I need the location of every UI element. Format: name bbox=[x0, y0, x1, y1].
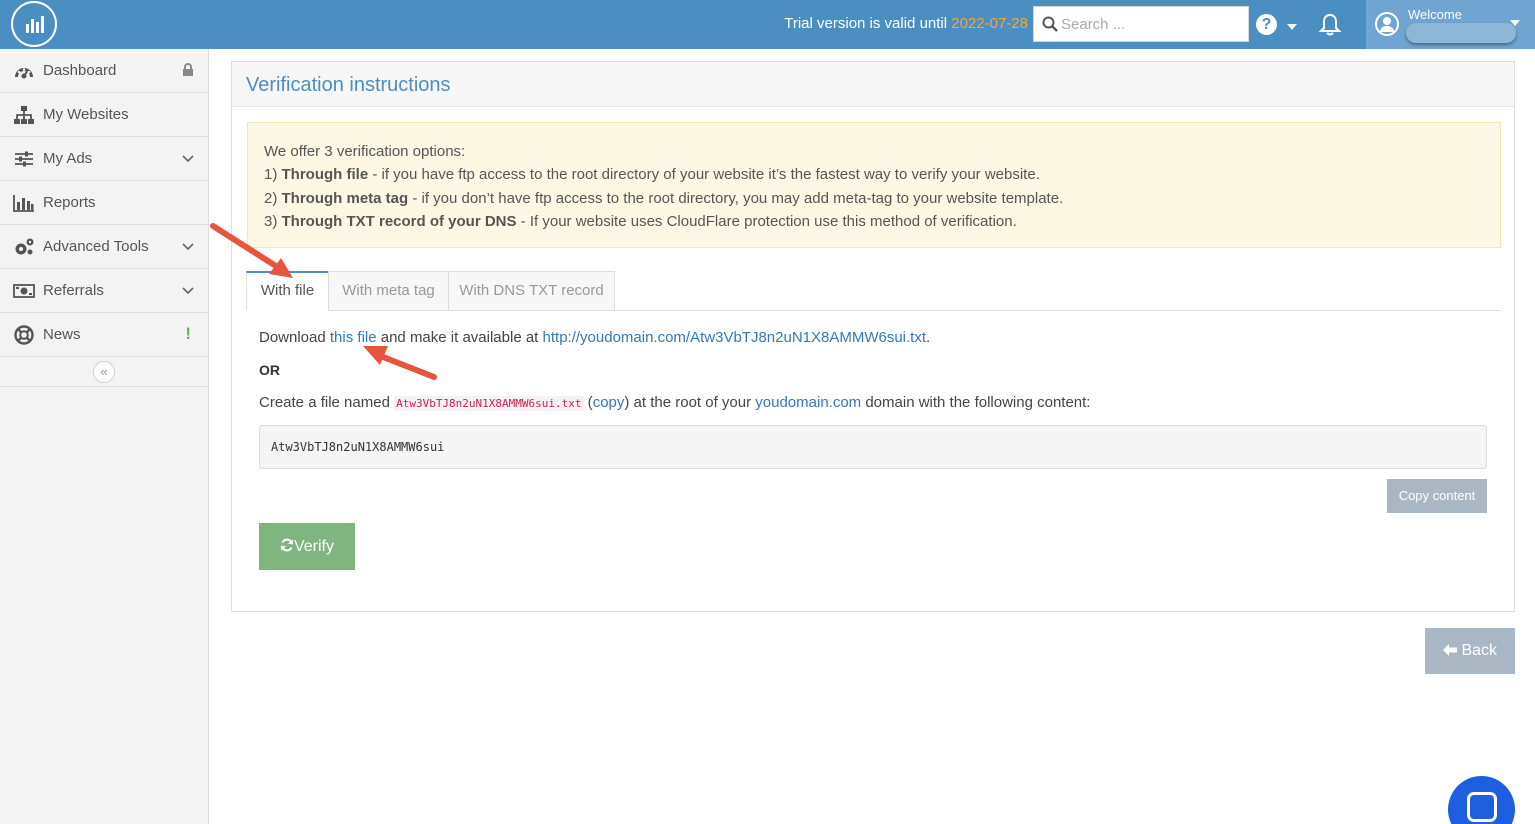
help-icon[interactable]: ? bbox=[1256, 14, 1277, 35]
annotation-arrow-icon bbox=[363, 346, 437, 380]
lock-icon bbox=[183, 63, 193, 76]
option-text: - If your website uses CloudFlare protec… bbox=[516, 212, 1017, 230]
chevron-down-icon bbox=[182, 243, 194, 251]
notice-option-3: 3) Through TXT record of your DNS - If y… bbox=[264, 210, 1484, 233]
copy-close: ) at the root of your bbox=[624, 394, 756, 411]
arrow-left-icon bbox=[1442, 644, 1457, 656]
user-dropdown-caret-icon[interactable] bbox=[1510, 20, 1520, 26]
tab-with-meta-tag[interactable]: With meta tag bbox=[328, 271, 449, 311]
sidebar-item-label: Advanced Tools bbox=[43, 238, 149, 255]
create-prefix: Create a file named bbox=[259, 394, 395, 411]
sidebar-item-dashboard[interactable]: Dashboard bbox=[0, 49, 208, 93]
option-number: 1) bbox=[264, 166, 278, 184]
notice-option-2: 2) Through meta tag - if you don’t have … bbox=[264, 187, 1484, 210]
back-button[interactable]: Back bbox=[1425, 628, 1515, 674]
chevron-down-icon bbox=[182, 287, 194, 295]
verify-label: Verify bbox=[293, 538, 334, 555]
search-input[interactable] bbox=[1061, 13, 1241, 35]
trial-date: 2022-07-28 bbox=[951, 15, 1028, 32]
app-logo-icon[interactable] bbox=[11, 1, 57, 47]
sidebar-collapse-row: « bbox=[0, 357, 208, 387]
sitemap-icon bbox=[14, 106, 34, 124]
exclamation-icon: ! bbox=[185, 324, 191, 343]
chevron-down-icon bbox=[182, 155, 194, 163]
chat-widget-button[interactable] bbox=[1448, 776, 1515, 824]
dashboard-icon bbox=[15, 68, 33, 79]
sliders-icon bbox=[15, 151, 33, 167]
tab-with-dns-txt-record[interactable]: With DNS TXT record bbox=[448, 271, 615, 311]
verify-button[interactable]: Verify bbox=[259, 523, 355, 570]
option-text: - if you have ftp access to the root dir… bbox=[368, 166, 1040, 184]
copy-content-button[interactable]: Copy content bbox=[1387, 479, 1487, 513]
domain-link[interactable]: youdomain.com bbox=[755, 394, 861, 411]
verification-panel: Verification instructions We offer 3 ver… bbox=[231, 61, 1515, 612]
panel-header: Verification instructions bbox=[232, 62, 1514, 107]
verification-url-link[interactable]: http://youdomain.com/Atw3VbTJ8n2uN1X8AMM… bbox=[543, 329, 927, 346]
username-placeholder bbox=[1406, 23, 1516, 43]
verification-options-notice: We offer 3 verification options: 1) Thro… bbox=[247, 122, 1501, 248]
sidebar-item-referrals[interactable]: Referrals bbox=[0, 269, 208, 313]
back-label: Back bbox=[1461, 642, 1498, 659]
or-separator: OR bbox=[259, 362, 280, 378]
option-title: Through file bbox=[281, 166, 369, 184]
notice-intro: We offer 3 verification options: bbox=[264, 143, 466, 160]
trial-notice: Trial version is valid until 2022-07-28 bbox=[784, 15, 1028, 32]
gears-icon bbox=[15, 238, 34, 255]
sidebar-item-reports[interactable]: Reports bbox=[0, 181, 208, 225]
bar-chart-icon bbox=[13, 195, 34, 212]
option-text: - if you don’t have ftp access to the ro… bbox=[408, 189, 1064, 207]
copy-filename-link[interactable]: copy bbox=[593, 394, 625, 411]
sidebar-collapse-button[interactable]: « bbox=[93, 361, 115, 383]
user-menu[interactable]: Welcome bbox=[1366, 0, 1535, 49]
annotation-arrow-icon bbox=[210, 223, 293, 278]
page-title: Verification instructions bbox=[246, 74, 451, 96]
search-box[interactable] bbox=[1033, 6, 1249, 42]
welcome-label: Welcome bbox=[1408, 7, 1462, 22]
create-file-instruction: Create a file named Atw3VbTJ8n2uN1X8AMMW… bbox=[259, 394, 1090, 411]
notice-option-1: 1) Through file - if you have ftp access… bbox=[264, 163, 1484, 186]
copy-open: ( bbox=[583, 394, 593, 411]
money-icon bbox=[13, 284, 35, 298]
lifebuoy-icon bbox=[14, 325, 34, 345]
help-dropdown-caret-icon[interactable] bbox=[1287, 24, 1297, 30]
option-title: Through TXT record of your DNS bbox=[281, 212, 517, 230]
top-bar: Trial version is valid until 2022-07-28 … bbox=[0, 0, 1535, 49]
option-title: Through meta tag bbox=[281, 189, 409, 207]
chat-icon bbox=[1467, 792, 1497, 822]
sidebar-item-label: Dashboard bbox=[43, 62, 117, 79]
filename-code: Atw3VbTJ8n2uN1X8AMMW6sui.txt bbox=[394, 396, 584, 411]
download-suffix: . bbox=[926, 329, 931, 346]
download-prefix: Download bbox=[259, 329, 330, 346]
sidebar-item-my-websites[interactable]: My Websites bbox=[0, 93, 208, 137]
sidebar-item-my-ads[interactable]: My Ads bbox=[0, 137, 208, 181]
option-number: 2) bbox=[264, 189, 278, 207]
sidebar-item-label: My Websites bbox=[43, 106, 129, 123]
sidebar-item-news[interactable]: News ! bbox=[0, 313, 208, 357]
sidebar-item-label: Reports bbox=[43, 194, 96, 211]
sidebar-item-label: Referrals bbox=[43, 282, 104, 299]
refresh-icon bbox=[280, 538, 293, 552]
file-content-box[interactable]: Atw3VbTJ8n2uN1X8AMMW6sui bbox=[259, 425, 1487, 469]
trial-text: Trial version is valid until bbox=[784, 15, 948, 32]
sidebar-item-label: My Ads bbox=[43, 150, 93, 167]
sidebar: Dashboard My Websites My Ads Reports Adv… bbox=[0, 49, 209, 824]
search-icon bbox=[1042, 16, 1058, 32]
sidebar-item-advanced-tools[interactable]: Advanced Tools bbox=[0, 225, 208, 269]
verification-tabs: With file With meta tag With DNS TXT rec… bbox=[246, 271, 1501, 311]
user-avatar-icon bbox=[1375, 12, 1399, 36]
sidebar-item-label: News bbox=[43, 326, 81, 343]
create-suffix: domain with the following content: bbox=[861, 394, 1091, 411]
notifications-bell-icon[interactable] bbox=[1318, 13, 1342, 40]
